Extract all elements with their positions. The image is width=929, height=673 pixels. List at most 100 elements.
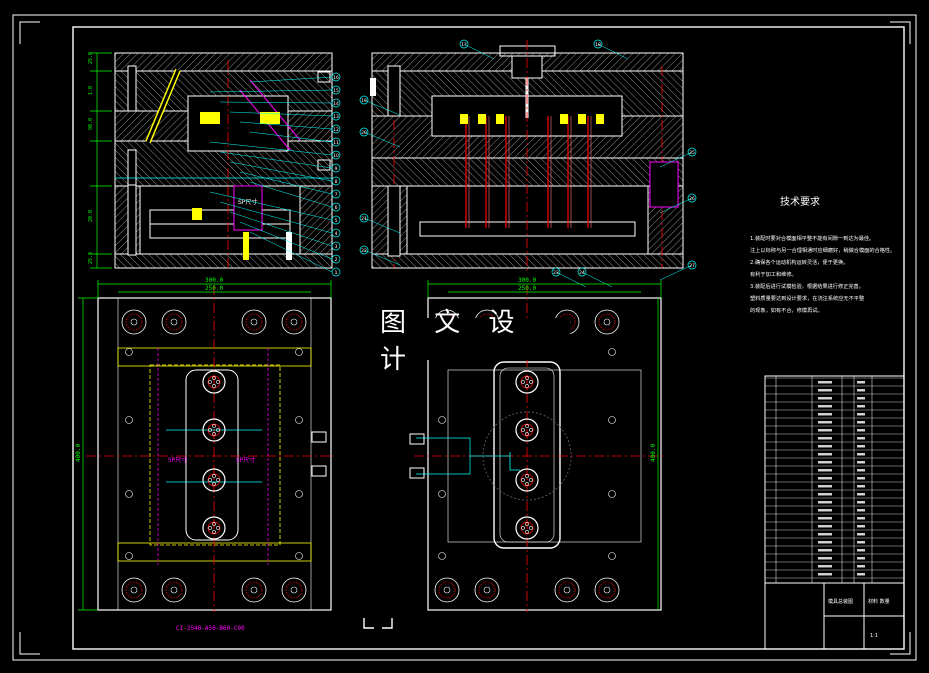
tech-item: 注上以标称与另一合理相通时应细磨好，稍做合模面的合格性。: [750, 246, 895, 254]
guide-bushing-inner: [245, 313, 263, 331]
callout-number: 6: [335, 205, 338, 211]
mold-base-label: CI-2540-A50-B60-C90: [176, 625, 245, 632]
bom-cell-mark: [857, 421, 865, 424]
dim-left-height: 400.0: [75, 444, 82, 462]
dim-text-3: 1.0: [88, 86, 94, 95]
bom-cell-mark: [857, 573, 865, 576]
bom-cell-mark: [818, 525, 832, 528]
title-block: [764, 375, 905, 650]
section-view-right: [370, 40, 684, 272]
ejector-hole: [216, 478, 220, 482]
guide-bushing-inner: [285, 313, 303, 331]
dim-text-9: 25.0: [88, 252, 94, 264]
bom-cell-mark: [818, 413, 832, 416]
tech-item: 有利于加工和维修。: [750, 270, 797, 278]
callout-number: 20: [361, 130, 367, 136]
callout-number: 9: [335, 166, 338, 172]
bolt-hole: [130, 586, 138, 594]
guide-bushing: [241, 577, 267, 603]
guide-bushing-inner: [478, 581, 496, 599]
guide-bushing: [594, 577, 620, 603]
title-sheet: 1:1: [870, 633, 878, 639]
ejector-hole: [521, 526, 525, 530]
ejector-hole: [216, 526, 220, 530]
bolt-hole: [130, 318, 138, 326]
guide-bushing-inner: [125, 581, 143, 599]
core-insert: [496, 114, 504, 124]
bom-cell-mark: [818, 421, 832, 424]
bom-cell-mark: [818, 533, 832, 536]
guide-bushing-inner: [598, 313, 616, 331]
guide-bushing: [554, 577, 580, 603]
dim-right-outer: 300.0: [518, 277, 536, 284]
callout-number: 23: [553, 270, 559, 276]
guide-bushing: [281, 309, 307, 335]
dim-text-5: 90.0: [88, 118, 94, 130]
dim-left-outer: 300.0: [205, 277, 223, 284]
callout-number: 25: [689, 150, 695, 156]
guide-bushing: [121, 309, 147, 335]
guide-bushing: [121, 577, 147, 603]
ejector-hole: [208, 380, 212, 384]
screw-hole: [295, 552, 303, 560]
screw-hole: [608, 490, 616, 498]
ejector-hole: [529, 428, 533, 432]
bom-cell-mark: [818, 405, 832, 408]
bom-cell-mark: [857, 405, 865, 408]
bom-cell-mark: [818, 389, 832, 392]
bom-cell-mark: [818, 501, 832, 504]
bolt-hole: [170, 586, 178, 594]
core-insert: [478, 114, 486, 124]
dim-right-inner: 250.0: [518, 285, 536, 292]
bom-cell-mark: [857, 413, 865, 416]
title-drawing-name: 模具总装图: [828, 598, 853, 605]
guide-bushing-inner: [438, 581, 456, 599]
callout-number: 10: [333, 153, 339, 159]
bom-cell-mark: [857, 517, 865, 520]
bom-cell-mark: [818, 493, 832, 496]
tech-item: 塑料质量要达到设计要求，在浇注系统应无不平整: [750, 294, 864, 302]
bom-cell-mark: [857, 541, 865, 544]
bolt-hole: [250, 318, 258, 326]
dim-text-7: 20.0: [88, 210, 94, 222]
dim-text-1: 25.0: [88, 52, 94, 64]
bom-cell-mark: [818, 461, 832, 464]
bom-cell-mark: [818, 565, 832, 568]
screw-hole: [608, 416, 616, 424]
ejector-hole: [529, 526, 533, 530]
bom-cell-mark: [857, 477, 865, 480]
bom-cell-mark: [818, 445, 832, 448]
callout-number: 11: [333, 140, 339, 146]
sp-left-label: SP尺寸: [168, 456, 187, 464]
callout-number: 2: [335, 257, 338, 263]
screw-hole: [125, 348, 133, 356]
bom-cell-mark: [857, 429, 865, 432]
bom-cell-mark: [818, 429, 832, 432]
bom-cell-mark: [818, 541, 832, 544]
ejector-hole: [521, 380, 525, 384]
section-view-left: SP尺寸: [114, 52, 333, 269]
bom-cell-mark: [818, 437, 832, 440]
bom-cell-mark: [857, 437, 865, 440]
core-insert: [596, 114, 604, 124]
guide-bushing: [281, 577, 307, 603]
guide-bushing-inner: [598, 581, 616, 599]
ejector-hole: [529, 380, 533, 384]
bom-cell-mark: [818, 509, 832, 512]
sp-right-label: SP尺寸: [236, 456, 255, 464]
bom-cell-mark: [857, 397, 865, 400]
screw-hole: [295, 348, 303, 356]
callout-number: 24: [579, 270, 585, 276]
callout-number: 16: [333, 75, 339, 81]
callout-number: 18: [595, 42, 601, 48]
callout-number: 3: [335, 244, 338, 250]
core-insert: [460, 114, 468, 124]
screw-hole: [608, 552, 616, 560]
guide-bushing-inner: [165, 313, 183, 331]
bom-cell-mark: [818, 557, 832, 560]
core-insert: [560, 114, 568, 124]
bolt-hole: [290, 586, 298, 594]
callout-number: 15: [333, 88, 339, 94]
callout-number: 8: [335, 179, 338, 185]
screw-hole: [125, 416, 133, 424]
